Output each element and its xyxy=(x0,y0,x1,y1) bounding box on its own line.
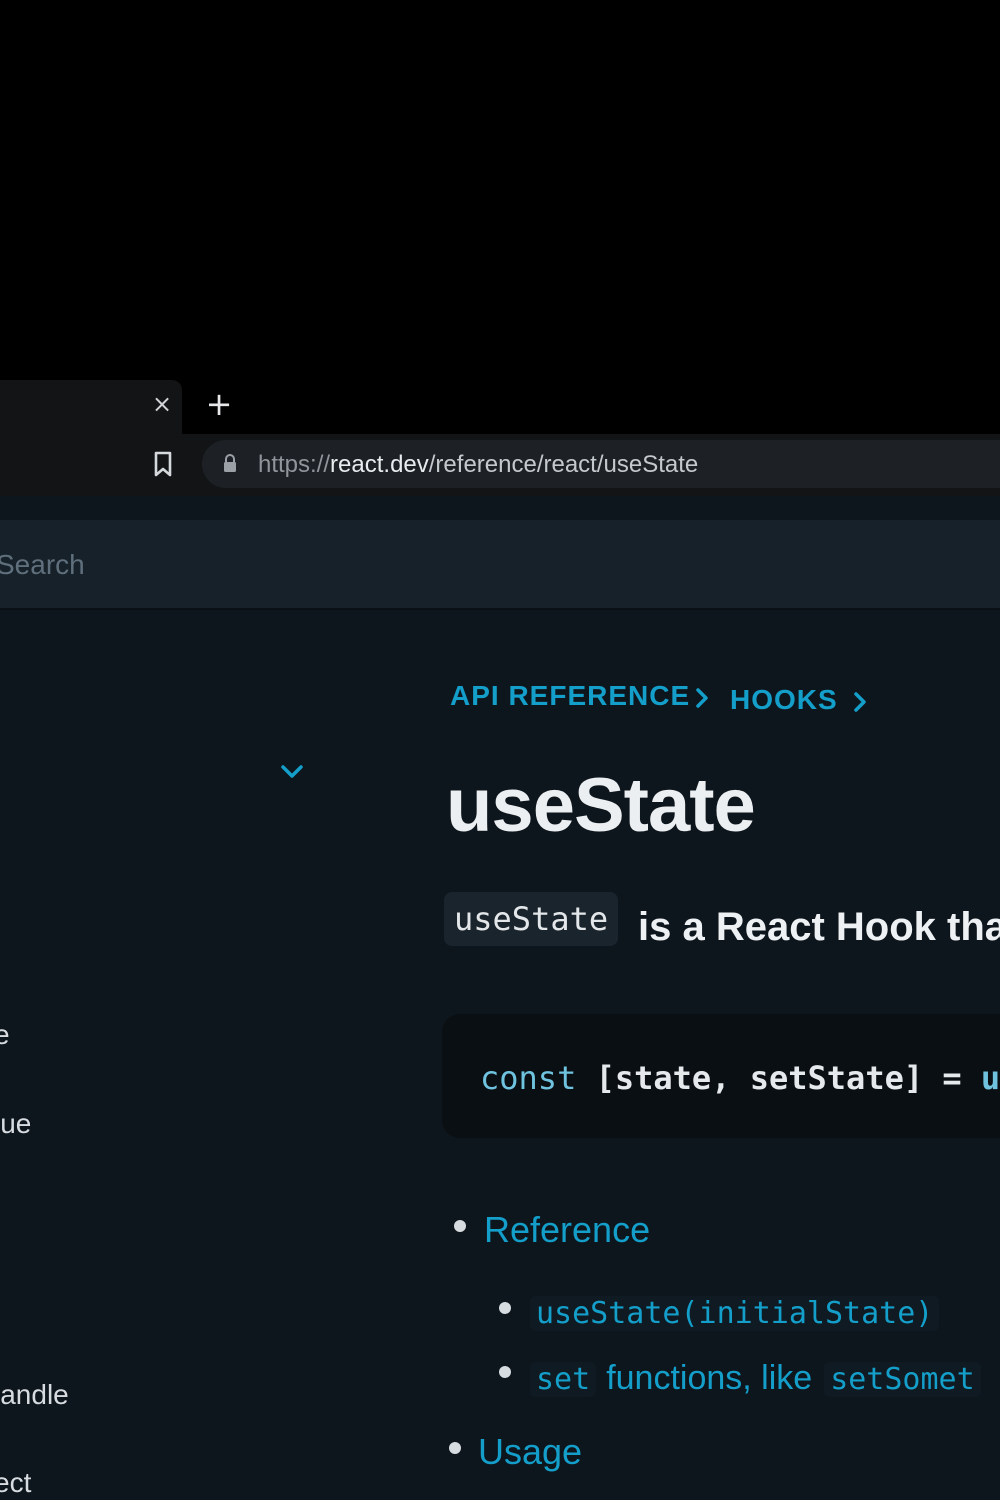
code-function: u xyxy=(980,1059,1000,1097)
toc-code-set: set xyxy=(530,1362,597,1397)
sidebar-item[interactable]: lue xyxy=(0,1107,31,1141)
intro-text: is a React Hook tha xyxy=(638,905,1000,949)
site-header xyxy=(0,520,1000,610)
toc-text-functions: functions, like xyxy=(606,1359,813,1397)
toc-link-usage[interactable]: Usage xyxy=(478,1430,582,1474)
url-scheme: https:// xyxy=(258,451,331,478)
lock-icon xyxy=(224,454,236,472)
url-host: react.dev xyxy=(330,451,429,478)
toc-link-usestate[interactable]: useState(initialState) xyxy=(530,1292,940,1336)
code-keyword: const xyxy=(480,1059,577,1097)
search-input[interactable]: Search xyxy=(0,548,85,582)
list-bullet xyxy=(454,1220,466,1232)
list-bullet xyxy=(499,1366,511,1378)
sidebar-item[interactable]: e xyxy=(0,1018,10,1052)
url-path: /reference/react/useState xyxy=(428,451,699,478)
toc-link-set-functions[interactable]: set functions, like setSomet xyxy=(530,1356,981,1402)
code-body: [state, setState] = xyxy=(576,1059,981,1097)
toc-code-setsomething: setSomet xyxy=(824,1362,981,1397)
chevron-down-icon[interactable] xyxy=(278,760,306,784)
intro-inline-code: useState xyxy=(444,892,619,946)
breadcrumb-api-reference[interactable]: API REFERENCE xyxy=(450,678,690,714)
toc-code-usestate: useState(initialState) xyxy=(530,1296,940,1331)
chevron-right-icon xyxy=(696,688,708,708)
list-bullet xyxy=(499,1302,511,1314)
tab-close-icon[interactable]: × xyxy=(152,390,172,418)
new-tab-icon[interactable]: + xyxy=(204,388,234,420)
code-line: const [state, setState] = u xyxy=(480,1058,1000,1098)
sidebar-item[interactable]: ect xyxy=(0,1466,31,1500)
toc-link-reference[interactable]: Reference xyxy=(484,1208,650,1252)
bookmark-icon[interactable] xyxy=(152,450,174,478)
chevron-right-icon xyxy=(854,692,866,712)
breadcrumb-hooks[interactable]: HOOKS xyxy=(730,682,838,718)
url-text[interactable]: https://react.dev/reference/react/useSta… xyxy=(258,450,698,480)
sidebar-item[interactable]: landle xyxy=(0,1378,69,1412)
page-title: useState xyxy=(446,763,756,848)
list-bullet xyxy=(449,1442,461,1454)
